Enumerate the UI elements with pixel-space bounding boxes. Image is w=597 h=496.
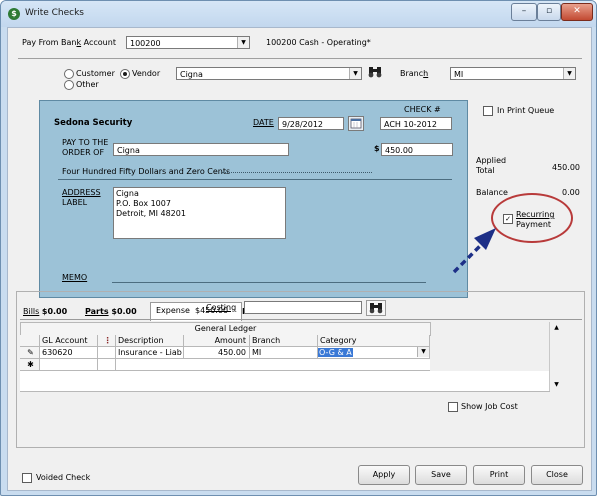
grid-empty-area [20,371,550,392]
pay-to-label-1: PAY TO THE [62,138,109,147]
branch-select[interactable]: MI ▼ [450,67,576,80]
col-branch[interactable]: Branch [250,335,318,347]
costing-lookup-icon[interactable] [366,300,386,316]
col-category[interactable]: Category [318,335,430,347]
applied-total-label-2: Total [476,166,495,175]
memo-line[interactable] [112,282,426,283]
other-radio[interactable] [64,80,74,90]
new-cell-blank[interactable] [98,359,116,371]
chevron-down-icon: ▼ [237,37,249,48]
branch-label: Branch [400,69,429,78]
payee-name-select[interactable]: Cigna ▼ [176,67,362,80]
pay-from-account-select[interactable]: 100200 ▼ [126,36,250,49]
company-name: Sedona Security [54,118,133,128]
expense-tab-label: Expense [156,306,190,315]
grid-vertical-scrollbar[interactable]: ▲ ▼ [549,322,563,391]
tab-parts[interactable]: Parts $0.00 [85,305,137,319]
dollar-sign: $ [374,144,380,153]
applied-total-value: 450.00 [552,163,580,172]
edit-row-icon: ✎ [20,347,40,359]
show-job-cost-label: Show Job Cost [461,402,518,411]
vendor-label: Vendor [132,69,161,78]
address-line-2: P.O. Box 1007 [116,199,171,208]
window-title: Write Checks [25,8,84,18]
close-window-button[interactable]: ✕ [561,3,593,21]
col-description[interactable]: Description [116,335,184,347]
show-job-cost-checkbox[interactable] [448,402,458,412]
sort-icon[interactable]: ⋮ [98,335,116,347]
pay-from-description: 100200 Cash - Operating* [266,38,371,47]
amount-words-dashes [222,172,372,173]
print-button[interactable]: Print [473,465,525,485]
tab-separator [20,319,582,320]
annotation-arrow-icon [452,228,496,274]
customer-radio[interactable] [64,69,74,79]
pay-from-label: Pay From Bank Account [22,38,116,47]
amount-in-words: Four Hundred Fifty Dollars and Zero Cent… [62,167,231,176]
costing-label: Costing [206,303,237,312]
check-number-field[interactable]: ACH 10-2012 [380,117,452,130]
voided-check-label: Voided Check [36,473,91,482]
chevron-down-icon: ▼ [563,68,575,79]
binoculars-lookup-icon[interactable] [367,66,383,80]
scroll-down-icon[interactable]: ▼ [550,381,563,388]
app-icon: $ [8,8,20,20]
cell-gl-account[interactable]: 630620 [40,347,98,359]
address-label-2: LABEL [62,198,88,207]
cell-amount[interactable]: 450.00 [184,347,250,359]
cell-branch[interactable]: MI [250,347,318,359]
save-button[interactable]: Save [415,465,467,485]
col-gl-account[interactable]: GL Account [40,335,98,347]
chevron-down-icon: ▼ [349,68,361,79]
calendar-icon[interactable] [348,116,364,131]
balance-label: Balance [476,188,508,197]
balance-value: 0.00 [562,188,580,197]
apply-button[interactable]: Apply [358,465,410,485]
client-area: Pay From Bank Account 100200 ▼ 100200 Ca… [7,27,592,491]
cell-category[interactable]: O-G & A ▼ [318,347,430,359]
row-header-corner [20,335,40,347]
cell-blank[interactable] [98,347,116,359]
col-amount[interactable]: Amount [184,335,250,347]
applied-total-label-1: Applied [476,156,507,165]
check-panel: Sedona Security DATE 9/28/2012 CHECK # A… [39,100,468,298]
in-print-queue-checkbox[interactable] [483,106,493,116]
address-label-1: ADDRESS [62,188,101,197]
separator [18,58,582,59]
maximize-button[interactable]: ▫ [537,3,561,21]
address-box[interactable]: Cigna P.O. Box 1007 Detroit, MI 48201 [113,187,286,239]
memo-label: MEMO [62,273,88,282]
category-selected-text: O-G & A [318,348,353,357]
minimize-button[interactable]: – [511,3,537,21]
chevron-down-icon[interactable]: ▼ [417,347,429,357]
cell-description[interactable]: Insurance - Liab [116,347,184,359]
scroll-up-icon[interactable]: ▲ [550,324,563,331]
in-print-queue-label: In Print Queue [497,106,555,115]
title-bar: $ Write Checks – ▫ ✕ [1,1,596,27]
pay-to-field[interactable]: Cigna [113,143,289,156]
new-cell-gl[interactable] [40,359,98,371]
address-line-1: Cigna [116,189,139,198]
customer-label: Customer [76,69,115,78]
check-number-label: CHECK # [404,105,441,114]
check-date-field[interactable]: 9/28/2012 [278,117,344,130]
new-row-rest[interactable] [116,359,430,371]
other-label: Other [76,80,99,89]
pay-to-label-2: ORDER OF [62,148,105,157]
new-row-icon: ✱ [20,359,40,371]
costing-field[interactable] [244,301,362,314]
address-line-3: Detroit, MI 48201 [116,209,186,218]
close-button[interactable]: Close [531,465,583,485]
tab-bills[interactable]: Bills $0.00 [23,305,67,319]
general-ledger-header: General Ledger [20,322,431,336]
write-checks-window: $ Write Checks – ▫ ✕ Pay From Bank Accou… [0,0,597,496]
vendor-radio[interactable] [120,69,130,79]
amount-words-line [58,179,452,180]
date-label: DATE [253,118,274,127]
voided-check-checkbox[interactable] [22,473,32,483]
amount-field[interactable]: 450.00 [381,143,453,156]
